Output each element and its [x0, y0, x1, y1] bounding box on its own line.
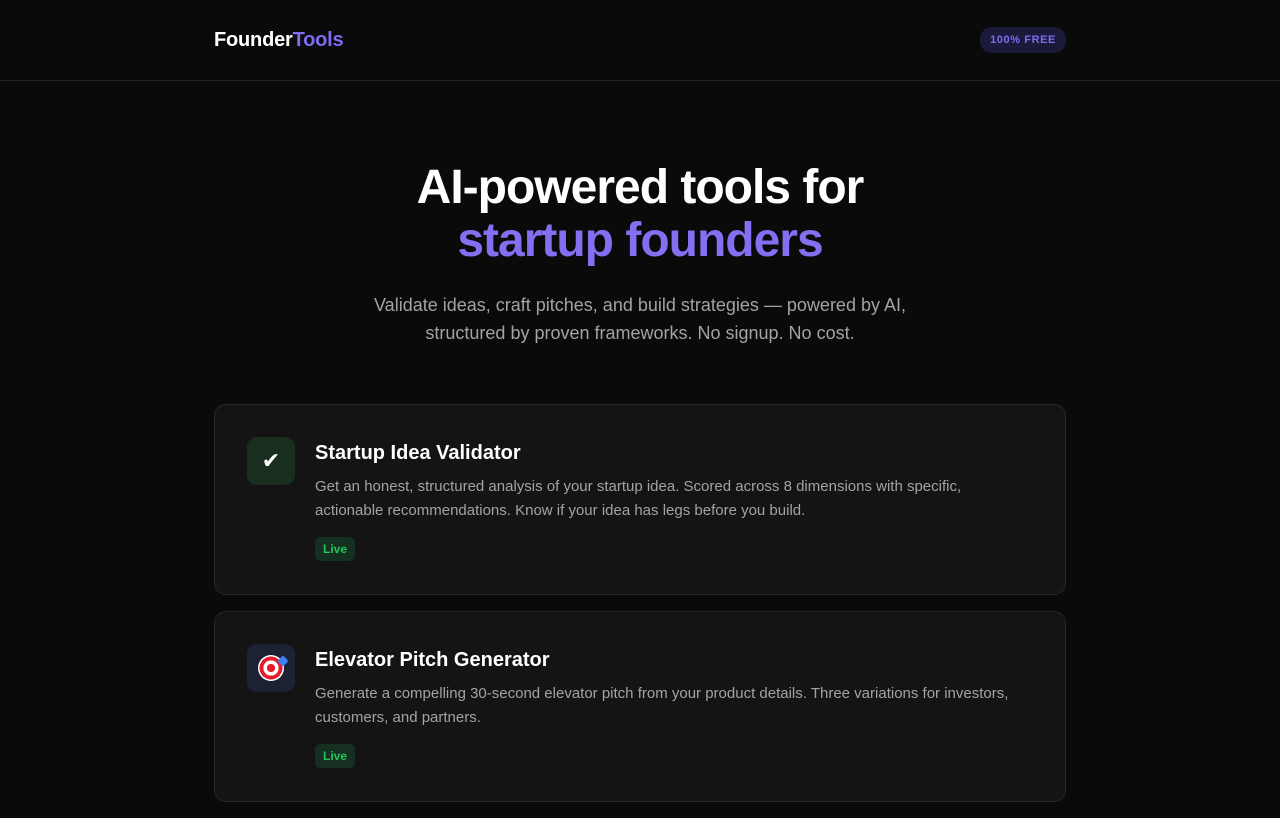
logo-text-founder: Founder [214, 28, 293, 51]
tool-description: Get an honest, structured analysis of yo… [315, 475, 1025, 523]
tool-description-line1: Get an honest, structured analysis of yo… [315, 478, 962, 495]
target-shape [258, 655, 284, 681]
target-icon [247, 644, 295, 692]
free-badge: 100% FREE [980, 27, 1066, 53]
hero-subtitle-line1: Validate ideas, craft pitches, and build… [374, 295, 906, 315]
card-body: Elevator Pitch Generator Generate a comp… [315, 648, 1025, 768]
tool-description-line2: customers, and partners. [315, 709, 481, 726]
status-badge-live: Live [315, 744, 356, 768]
tool-title: Startup Idea Validator [315, 442, 521, 464]
checkmark-icon: ✔ [247, 437, 295, 485]
hero-section: AI-powered tools for startup founders Va… [0, 161, 1280, 347]
hero-title-line2: startup founders [457, 214, 823, 267]
hero-subtitle-line2: structured by proven frameworks. No sign… [425, 323, 855, 343]
tool-description: Generate a compelling 30-second elevator… [315, 682, 1025, 730]
logo[interactable]: FounderTools [214, 28, 344, 52]
card-body: Startup Idea Validator Get an honest, st… [315, 441, 1025, 561]
checkmark-glyph: ✔ [261, 448, 281, 473]
logo-text-tools: Tools [292, 28, 344, 51]
navbar-container: FounderTools 100% FREE [214, 0, 1066, 80]
top-navbar: FounderTools 100% FREE [0, 0, 1280, 81]
hero-title: AI-powered tools for startup founders [0, 161, 1280, 267]
hero-title-line1: AI-powered tools for [416, 161, 865, 214]
tool-card-elevator-pitch[interactable]: Elevator Pitch Generator Generate a comp… [214, 611, 1066, 802]
status-badge-live: Live [315, 537, 356, 561]
tool-card-idea-validator[interactable]: ✔ Startup Idea Validator Get an honest, … [214, 404, 1066, 595]
hero-subtitle: Validate ideas, craft pitches, and build… [0, 291, 1280, 347]
tool-title: Elevator Pitch Generator [315, 649, 550, 671]
tool-description-line1: Generate a compelling 30-second elevator… [315, 685, 1009, 702]
tools-list: ✔ Startup Idea Validator Get an honest, … [214, 404, 1066, 818]
tool-description-line2: actionable recommendations. Know if your… [315, 502, 806, 519]
